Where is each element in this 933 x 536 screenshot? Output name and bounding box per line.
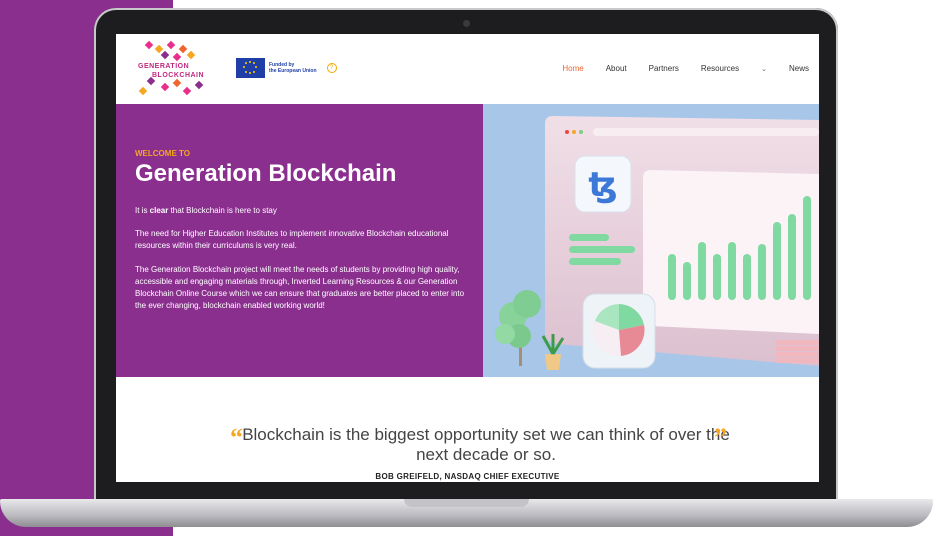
quote-text: Blockchain is the biggest opportunity se… [242, 425, 730, 464]
hero-p1-prefix: It is [135, 206, 150, 215]
nav-item-resources[interactable]: Resources ⌄ [701, 64, 767, 73]
laptop-screen: GENERATION BLOCKCHAIN Funded by the Euro… [116, 34, 819, 482]
nav-item-resources-label: Resources [700, 64, 740, 73]
eu-badge-line2: the European Union [269, 68, 317, 74]
tezos-icon: ꜩ [588, 165, 617, 205]
nav-item-about[interactable]: About [606, 64, 627, 73]
help-icon[interactable]: ? [326, 63, 337, 73]
hero-paragraph-2: The need for Higher Education Institutes… [135, 229, 449, 250]
webcam [463, 20, 470, 27]
pie-chart-icon [593, 304, 645, 356]
site-header: GENERATION BLOCKCHAIN Funded by the Euro… [116, 34, 819, 104]
logo-line1: GENERATION [138, 63, 190, 70]
hero-section: WELCOME TO Generation Blockchain It is c… [116, 104, 483, 377]
eu-funding-badge: Funded by the European Union ? [236, 58, 337, 78]
hero-p1-suffix: that Blockchain is here to stay [168, 206, 277, 215]
nav-item-home[interactable]: Home [562, 64, 583, 73]
close-quote-icon: ” [714, 423, 727, 452]
hero-illustration: ꜩ [483, 104, 819, 377]
eu-flag-icon [236, 58, 265, 78]
hero-paragraph-3: The Generation Blockchain project will m… [135, 265, 465, 310]
blockchain-dashboard-illustration: ꜩ [495, 116, 819, 370]
nav-item-news[interactable]: News [789, 64, 809, 73]
main-navigation: Home About Partners Resources ⌄ News [540, 64, 809, 73]
quote-section: “ Blockchain is the biggest opportunity … [116, 377, 819, 482]
hero-eyebrow: WELCOME TO [135, 149, 190, 158]
generation-blockchain-logo[interactable]: GENERATION BLOCKCHAIN [134, 40, 220, 100]
hero-paragraph-1: It is clear that Blockchain is here to s… [135, 205, 465, 217]
quote-author: BOB GREIFELD, NASDAQ CHIEF EXECUTIVE [375, 472, 560, 481]
laptop-opening-notch [404, 499, 529, 507]
nav-item-partners[interactable]: Partners [649, 64, 679, 73]
chevron-down-icon: ⌄ [761, 66, 767, 73]
logo-wordmark: GENERATION BLOCKCHAIN [138, 62, 204, 80]
logo-line2: BLOCKCHAIN [152, 72, 205, 79]
hero-p1-bold: clear [149, 206, 169, 215]
hero-title: Generation Blockchain [135, 160, 397, 187]
tree-icon [495, 290, 541, 366]
